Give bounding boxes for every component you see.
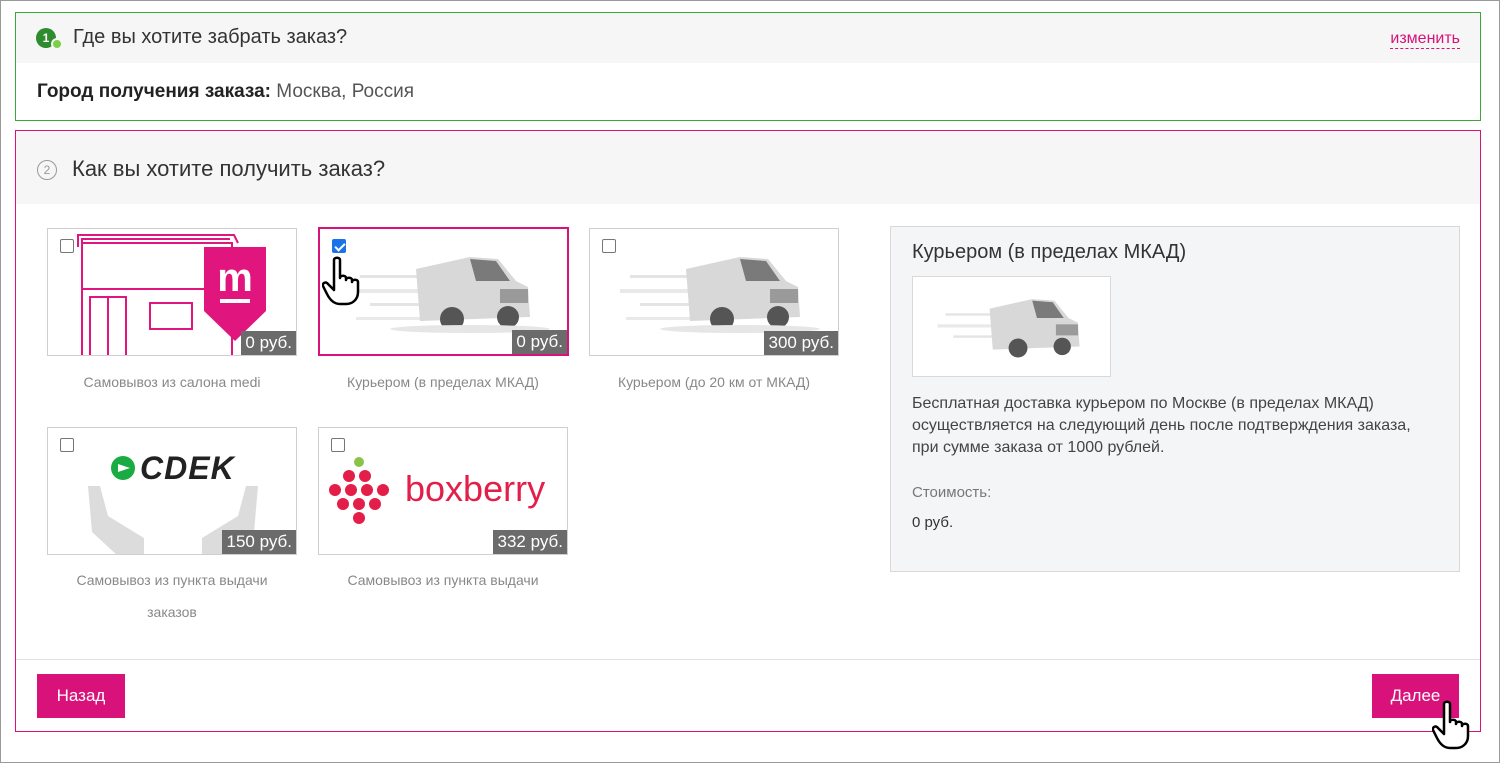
back-button[interactable]: Назад [37,674,125,718]
step-number-badge: 2 [37,160,57,180]
step-complete-check-icon [51,38,63,50]
option-checkbox[interactable] [602,239,616,253]
option-checkbox-checked[interactable] [332,239,346,253]
delivery-option-cdek[interactable]: CDEK 150 руб. [47,427,297,555]
delivery-option-medi-pickup[interactable]: m 0 руб. [47,228,297,356]
cdek-logo-text: CDEK [140,450,235,486]
detail-cost-label: Стоимость: [912,484,992,501]
delivery-option-boxberry[interactable]: boxberry 332 руб. [318,427,568,555]
option-checkbox[interactable] [331,438,345,452]
detail-description: Бесплатная доставка курьером по Москве (… [912,395,1411,456]
step-delivery: 2 Как вы хотите получить заказ? m 0 руб.… [15,130,1481,732]
boxberry-logo-text: boxberry [405,468,546,509]
step-city-header: 1 Где вы хотите забрать заказ? изменить [16,13,1480,63]
hand-cursor-icon [322,256,360,306]
delivery-option-courier-20km[interactable]: 300 руб. [589,228,839,356]
option-label: Самовывоз из салона medi [83,374,261,390]
option-checkbox[interactable] [60,438,74,452]
option-price: 300 руб. [764,331,838,355]
delivery-detail-panel: Курьером (в пределах МКАД) Бесплатная до… [890,226,1460,572]
change-city-link[interactable]: изменить [1390,30,1460,49]
svg-text:m: m [217,256,253,300]
step-city-title: Где вы хотите забрать заказ? [73,26,348,48]
option-checkbox[interactable] [60,239,74,253]
option-label: Самовывоз из пункта выдачи [347,572,539,588]
hand-cursor-icon [1432,700,1470,750]
footer-divider [16,659,1480,660]
option-price: 0 руб. [241,331,296,355]
city-value: Москва, Россия [276,81,415,102]
option-label-line2: заказов [147,604,197,620]
detail-title: Курьером (в пределах МКАД) [912,241,1187,263]
step-city: 1 Где вы хотите забрать заказ? изменить … [15,12,1481,121]
detail-cost-value: 0 руб. [912,514,954,531]
option-label-line1: Самовывоз из пункта выдачи [76,572,268,588]
city-label: Город получения заказа: [37,81,272,102]
option-label: Курьером (до 20 км от МКАД) [617,374,811,390]
step-delivery-header: 2 Как вы хотите получить заказ? [16,131,1480,204]
option-price: 0 руб. [512,330,567,354]
detail-image [912,276,1111,377]
courier-van-icon [937,299,1080,358]
step-delivery-title: Как вы хотите получить заказ? [72,156,386,181]
option-label: Курьером (в пределах МКАД) [347,374,539,390]
city-info: Город получения заказа: Москва, Россия [37,81,414,103]
option-price: 332 руб. [493,530,567,554]
option-price: 150 руб. [222,530,296,554]
